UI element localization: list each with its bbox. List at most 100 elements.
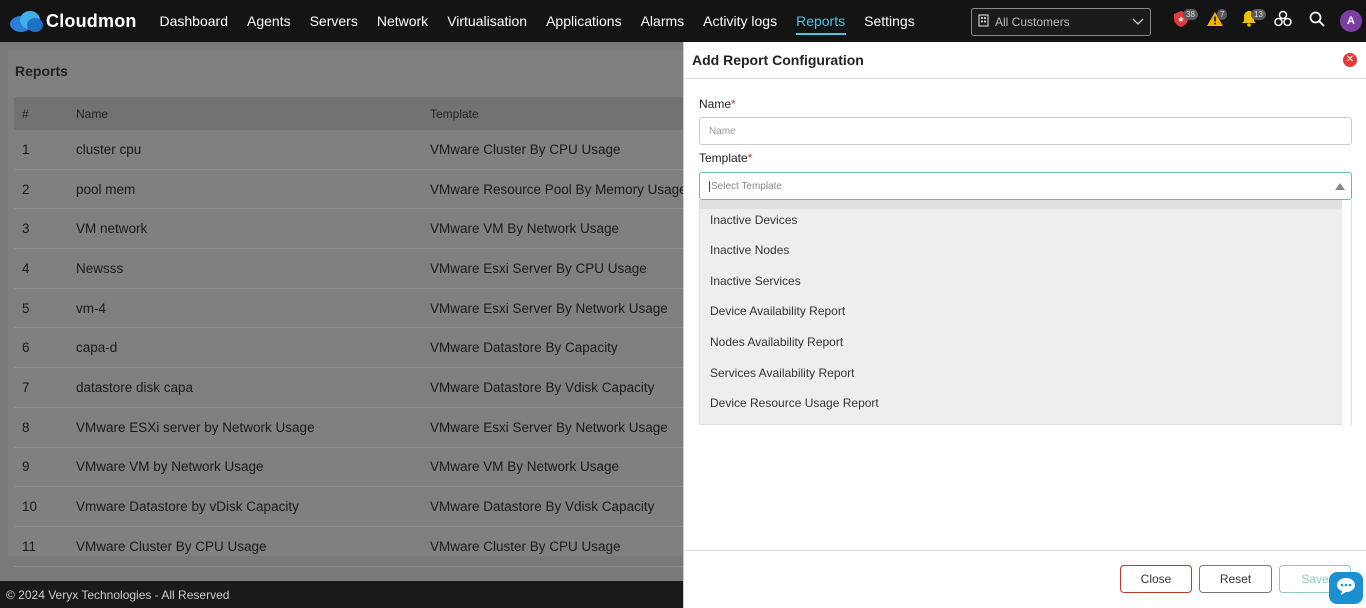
panel-footer: Close Reset Save <box>684 550 1366 608</box>
nav-agents[interactable]: Agents <box>238 0 301 42</box>
table-row[interactable]: 4 Newsss VMware Esxi Server By CPU Usage <box>14 249 714 289</box>
table-row[interactable]: 2 pool mem VMware Resource Pool By Memory … <box>14 170 714 210</box>
brand-logo[interactable]: Cloudmon <box>8 9 140 33</box>
dropdown-scrollbar[interactable] <box>1342 200 1351 425</box>
text-cursor <box>709 180 710 192</box>
row-index: 11 <box>22 538 37 554</box>
chevron-down-icon <box>1132 15 1144 30</box>
chat-icon <box>1335 576 1357 601</box>
nav-servers[interactable]: Servers <box>300 0 367 42</box>
row-name: Newsss <box>76 260 124 276</box>
row-name: VM network <box>76 221 148 237</box>
table-row[interactable]: 9 VMware VM by Network Usage VMware VM By … <box>14 448 714 488</box>
notifications-badge: 13 <box>1251 9 1266 20</box>
chat-widget-button[interactable] <box>1329 572 1363 604</box>
nav-settings[interactable]: Settings <box>855 0 925 42</box>
footer: © 2024 Veryx Technologies - All Reserved <box>0 581 683 608</box>
row-index: 8 <box>22 419 30 435</box>
row-template: VMware Cluster By CPU Usage <box>430 141 621 157</box>
row-index: 7 <box>22 379 30 395</box>
cloud-logo-icon <box>8 9 44 33</box>
search-button[interactable] <box>1300 0 1334 42</box>
template-option-services-availability[interactable]: Services Availability Report <box>710 366 855 380</box>
table-row[interactable]: 7 datastore disk capa VMware Datastore By … <box>14 368 714 408</box>
row-name: Vmware Datastore by vDisk Capacity <box>76 499 299 515</box>
row-template: VMware Esxi Server By CPU Usage <box>430 260 647 276</box>
reports-page: Reports # Name Template 1 cluster cpu VMwa… <box>0 42 714 581</box>
caret-up-icon[interactable] <box>1335 183 1345 190</box>
row-name: datastore disk capa <box>76 379 194 395</box>
close-button[interactable]: Close <box>1120 565 1192 593</box>
row-template: VMware Cluster By CPU Usage <box>430 538 621 554</box>
main-nav: Dashboard Agents Servers Network Virtual… <box>150 0 924 42</box>
panel-header: Add Report Configuration ✕ <box>684 42 1366 79</box>
table-row[interactable]: 11 VMware Cluster By CPU Usage VMware Clus… <box>14 527 714 567</box>
template-label: Template* <box>699 151 753 165</box>
row-index: 6 <box>22 340 30 356</box>
row-template: VMware VM By Network Usage <box>430 221 620 237</box>
template-option-device-availability[interactable]: Device Availability Report <box>710 304 845 318</box>
row-index: 1 <box>22 141 30 157</box>
dropdown-scroll-indicator <box>700 200 1344 209</box>
template-option-inactive-nodes[interactable]: Inactive Nodes <box>710 243 789 257</box>
row-index: 10 <box>22 499 38 515</box>
template-option-device-resource-usage[interactable]: Device Resource Usage Report <box>710 396 879 410</box>
warning-button[interactable]: 7 <box>1198 0 1232 42</box>
col-template-header: Template <box>430 106 479 121</box>
panel-title: Add Report Configuration <box>692 52 864 68</box>
row-index: 5 <box>22 300 30 316</box>
shield-alert-button[interactable]: ★ 38 <box>1164 0 1198 42</box>
row-template: VMware VM By Network Usage <box>430 459 620 475</box>
reports-card: Reports # Name Template 1 cluster cpu VMwa… <box>8 50 714 567</box>
nav-network[interactable]: Network <box>367 0 437 42</box>
row-name: pool mem <box>76 181 136 197</box>
user-menu[interactable]: A <box>1334 0 1366 42</box>
nav-applications[interactable]: Applications <box>537 0 632 42</box>
reports-table-header: # Name Template <box>14 97 714 130</box>
template-option-inactive-devices[interactable]: Inactive Devices <box>710 213 797 227</box>
notifications-button[interactable]: 13 <box>1232 0 1266 42</box>
table-row[interactable]: 5 vm-4 VMware Esxi Server By Network Usage <box>14 289 714 329</box>
nav-reports[interactable]: Reports <box>787 0 855 42</box>
reset-button[interactable]: Reset <box>1199 565 1272 593</box>
template-select[interactable]: Select Template <box>699 172 1352 200</box>
nav-dashboard[interactable]: Dashboard <box>150 0 238 42</box>
reports-table-body: 1 cluster cpu VMware Cluster By CPU Usage 2… <box>14 130 714 567</box>
row-index: 4 <box>22 260 30 276</box>
nav-activity-logs[interactable]: Activity logs <box>694 0 787 42</box>
row-index: 9 <box>22 459 30 475</box>
row-name: vm-4 <box>76 300 106 316</box>
row-name: VMware Cluster By CPU Usage <box>76 538 267 554</box>
table-row[interactable]: 3 VM network VMware VM By Network Usage <box>14 209 714 250</box>
integrations-button[interactable] <box>1266 0 1300 42</box>
table-row[interactable]: 8 VMware ESXi server by Network Usage VMwa… <box>14 408 714 448</box>
customer-select[interactable]: All Customers <box>971 8 1151 36</box>
table-row[interactable]: 6 capa-d VMware Datastore By Capacity <box>14 328 714 369</box>
nav-alarms[interactable]: Alarms <box>631 0 694 42</box>
customer-select-value: All Customers <box>995 15 1070 29</box>
nav-virtualisation[interactable]: Virtualisation <box>438 0 537 42</box>
table-row[interactable]: 10 Vmware Datastore by vDisk Capacity VMwa… <box>14 487 714 527</box>
page-title: Reports <box>15 63 68 79</box>
row-template: VMware Esxi Server By Network Usage <box>430 419 668 435</box>
template-option-inactive-services[interactable]: Inactive Services <box>710 274 801 288</box>
row-name: VMware ESXi server by Network Usage <box>76 419 315 435</box>
row-template: VMware Datastore By Capacity <box>430 340 618 356</box>
row-index: 2 <box>22 181 30 197</box>
name-input[interactable]: Name <box>699 117 1352 145</box>
top-icons: ★ 38 7 13 A <box>1164 0 1366 42</box>
shield-alert-badge: 38 <box>1183 9 1198 20</box>
row-index: 3 <box>22 221 30 237</box>
close-icon[interactable]: ✕ <box>1343 53 1357 67</box>
avatar: A <box>1340 10 1362 32</box>
name-label: Name* <box>699 97 736 111</box>
row-template: VMware Datastore By Vdisk Capacity <box>430 499 655 515</box>
warning-badge: 7 <box>1217 9 1228 20</box>
template-option-nodes-availability[interactable]: Nodes Availability Report <box>710 335 843 349</box>
add-report-panel: Add Report Configuration ✕ Name* Name Te… <box>683 42 1366 608</box>
row-name: capa-d <box>76 340 118 356</box>
template-placeholder: Select Template <box>711 180 782 192</box>
template-dropdown: Inactive Devices Inactive Nodes Inactive… <box>699 200 1352 425</box>
table-row[interactable]: 1 cluster cpu VMware Cluster By CPU Usage <box>14 130 714 170</box>
row-name: VMware VM by Network Usage <box>76 459 264 475</box>
